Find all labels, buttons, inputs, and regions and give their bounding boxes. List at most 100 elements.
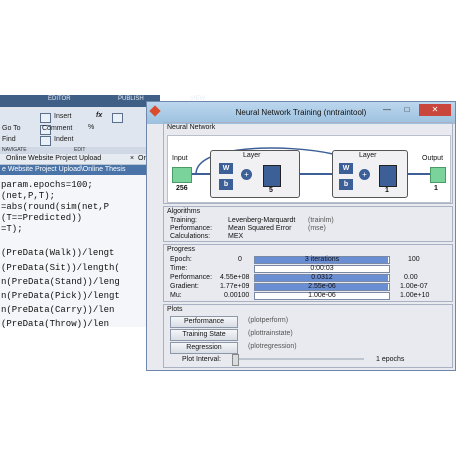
progress-gradient-label: Gradient: [170,283,199,290]
find-button[interactable]: Find [2,136,16,143]
code-line: =T); [1,224,23,234]
layer2-size: 1 [385,187,389,194]
progress-performance-end: 0.00 [404,274,418,281]
code-line: param.epochs=100; [1,180,93,190]
plot-interval-slider-thumb[interactable] [232,354,239,366]
mu-progress-bar: 1.00e-06 [254,292,390,300]
performance-progress-text: 0.0312 [311,274,333,281]
network-diagram: Input 256 Layer W b + 5 Layer W b + 1 Ou… [167,135,451,203]
algorithms-panel: Algorithms Training: Levenberg-Marquardt… [163,206,453,242]
input-size: 256 [176,185,188,192]
indent-button[interactable]: Indent [54,136,73,143]
progress-mu-end: 1.00e+10 [400,292,430,299]
code-line: n(PreData(Pick))/lengt [1,291,120,301]
maximize-button[interactable]: □ [397,104,417,116]
output-layer: Layer W b + 1 [332,150,408,198]
indent-icon [40,136,51,146]
gradient-progress-text: 2.55e-06 [308,283,336,290]
nntraintool-window: Neural Network Training (nntraintool) — … [146,101,456,371]
algo-performance-value: Mean Squared Error [228,225,292,232]
time-progress-bar: 0:00:03 [254,265,390,273]
algo-calculations-value: MEX [228,233,244,240]
regression-plot-button[interactable]: Regression [170,342,238,354]
code-line: (T==Predicted)) [1,213,83,223]
ribbon-toolbar: Go To Find Insert fx Comment % Indent [0,107,160,148]
layer2-sum-icon: + [359,169,370,180]
algorithms-section-label: Algorithms [167,208,201,215]
layer1-weight-icon: W [219,163,233,174]
section-navigate: NAVIGATE [2,147,27,153]
time-progress-text: 0:00:03 [310,265,334,272]
layer1-sum-icon: + [241,169,252,180]
hidden-layer: Layer W b + 5 [210,150,300,198]
algo-calculations-label: Calculations: [170,233,211,240]
plot-interval-value: 1 epochs [376,356,405,363]
fx-button[interactable]: fx [96,112,102,119]
code-line: (PreData(Sit))/length( [1,263,120,273]
ribbon-tabbar: EDITOR PUBLISH VIEW [0,95,205,107]
insert-icon [40,113,51,123]
plot-interval-label: Plot Interval: [182,356,221,363]
progress-gradient-start: 1.77e+09 [220,283,250,290]
input-node [172,167,192,183]
network-section-label: Neural Network [167,124,216,131]
mu-progress-text: 1.00e-06 [308,292,336,299]
layer2-label: Layer [359,152,377,159]
layer1-size: 5 [269,187,273,194]
layer2-transfer-icon [379,165,397,187]
algo-training-label: Training: [170,217,197,224]
file-tab-close-icon[interactable]: × [130,155,134,162]
code-line: =abs(round(sim(net,P [1,202,110,212]
progress-section-label: Progress [167,246,196,253]
percent-icon[interactable]: % [88,124,94,131]
function-icon [112,113,123,123]
minimize-button[interactable]: — [377,104,397,116]
progress-mu-label: Mu: [170,292,182,299]
training-state-plot-button[interactable]: Training State [170,329,238,341]
performance-progress-bar: 0.0312 [254,274,390,282]
progress-epoch-end: 100 [408,256,420,263]
plot-interval-slider-track[interactable] [234,358,364,360]
training-state-plot-note: (plottrainstate) [248,330,293,337]
epoch-progress-bar: 3 iterations [254,256,390,264]
window-titlebar[interactable]: Neural Network Training (nntraintool) — … [147,102,455,124]
file-tabbar: Online Website Project Upload × On [0,154,160,165]
output-node [430,167,446,183]
progress-panel: Progress Epoch: 0 3 iterations 100 Time:… [163,244,453,302]
progress-performance-label: Performance: [170,274,213,281]
plots-panel: Plots Performance (plotperform) Training… [163,304,453,368]
code-line: n(PreData(Stand))/leng [1,277,120,287]
progress-performance-start: 4.55e+08 [220,274,250,281]
output-size: 1 [434,185,438,192]
layer2-bias-icon: b [339,179,353,190]
file-path: e Website Project Upload\Online Thesis [2,166,126,173]
performance-plot-button[interactable]: Performance [170,316,238,328]
ribbon-section-labels: NAVIGATE EDIT [0,147,160,154]
output-label: Output [422,155,444,162]
algo-training-value: Levenberg-Marquardt [228,217,296,224]
tab-publish[interactable]: PUBLISH [118,96,144,102]
regression-plot-note: (plotregression) [248,343,297,350]
performance-plot-note: (plotperform) [248,317,289,324]
tab-editor[interactable]: EDITOR [48,96,71,102]
code-line: n(PreData(Carry))/len [1,305,115,315]
gradient-progress-bar: 2.55e-06 [254,283,390,291]
epoch-progress-text: 3 iterations [304,256,340,263]
algo-training-note: (trainlm) [308,217,334,224]
input-label: Input [172,155,188,162]
code-line: (PreData(Walk))/lengt [1,248,115,258]
close-button[interactable]: ✕ [419,104,451,116]
network-panel: Neural Network Input 256 Layer W b + 5 L… [163,122,453,204]
comment-button[interactable]: Comment [42,125,72,132]
progress-epoch-start: 0 [238,256,242,263]
layer2-weight-icon: W [339,163,353,174]
file-path-bar: e Website Project Upload\Online Thesis [0,165,160,175]
algo-performance-label: Performance: [170,225,213,232]
insert-button[interactable]: Insert [54,113,72,120]
progress-mu-start: 0.00100 [224,292,250,299]
layer1-label: Layer [243,152,261,159]
file-tab[interactable]: Online Website Project Upload [6,155,101,162]
goto-button[interactable]: Go To [2,125,21,132]
progress-time-label: Time: [170,265,188,272]
code-line: (net,P,T); [1,191,56,201]
